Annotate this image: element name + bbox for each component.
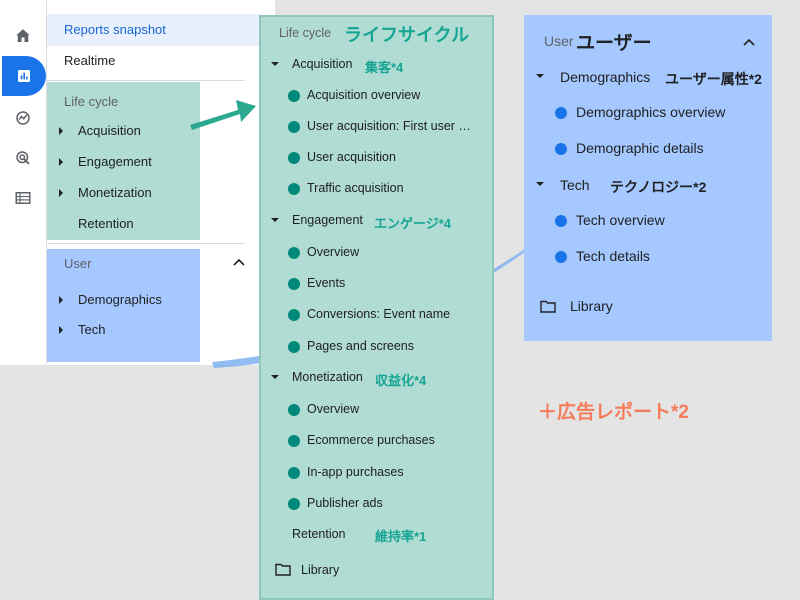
report-user-acquisition-first-user[interactable]: User acquisition: First user …: [307, 119, 471, 133]
section-tech-jp: テクノロジー*2: [610, 179, 707, 195]
report-dot: [288, 309, 300, 321]
user-panel-header: User: [544, 33, 574, 49]
report-dot: [288, 152, 300, 164]
ad-report-note: ＋広告レポート*2: [538, 402, 689, 423]
lifecycle-panel-header-jp: ライフサイクル: [344, 25, 470, 45]
report-engagement-overview[interactable]: Overview: [307, 245, 359, 259]
lifecycle-panel-header: Life cycle: [279, 26, 332, 40]
section-acquisition[interactable]: Acquisition: [292, 57, 352, 71]
report-dot: [288, 90, 300, 102]
library-link[interactable]: Library: [301, 563, 339, 577]
report-traffic-acquisition[interactable]: Traffic acquisition: [307, 181, 404, 195]
report-dot: [288, 121, 300, 133]
report-dot: [555, 143, 567, 155]
report-dot: [288, 467, 300, 479]
section-demographics-jp: ユーザー属性*2: [665, 71, 762, 87]
chevron-down-icon[interactable]: [536, 182, 544, 186]
section-engagement[interactable]: Engagement: [292, 213, 363, 227]
report-dot: [288, 183, 300, 195]
report-dot: [288, 278, 300, 290]
report-dot: [555, 107, 567, 119]
report-dot: [288, 498, 300, 510]
section-acquisition-jp: 集客*4: [365, 60, 404, 75]
report-tech-overview[interactable]: Tech overview: [576, 212, 665, 228]
chevron-down-icon[interactable]: [271, 218, 279, 222]
report-dot: [288, 404, 300, 416]
report-pages-and-screens[interactable]: Pages and screens: [307, 339, 414, 353]
report-dot: [555, 251, 567, 263]
folder-icon: [275, 563, 291, 576]
chevron-down-icon[interactable]: [536, 74, 544, 78]
folder-icon: [540, 300, 556, 313]
report-acquisition-overview[interactable]: Acquisition overview: [307, 88, 420, 102]
report-demographics-overview[interactable]: Demographics overview: [576, 104, 725, 120]
library-link[interactable]: Library: [570, 298, 613, 314]
user-panel: User ユーザー Demographics ユーザー属性*2 Demograp…: [524, 15, 772, 341]
report-demographic-details[interactable]: Demographic details: [576, 140, 704, 156]
report-publisher-ads[interactable]: Publisher ads: [307, 496, 383, 510]
section-demographics[interactable]: Demographics: [560, 69, 650, 85]
chevron-down-icon[interactable]: [271, 62, 279, 66]
section-monetization-jp: 収益化*4: [375, 373, 427, 388]
chevron-up-icon[interactable]: [743, 38, 755, 46]
report-tech-details[interactable]: Tech details: [576, 248, 650, 264]
report-dot: [288, 341, 300, 353]
report-events[interactable]: Events: [307, 276, 345, 290]
section-retention[interactable]: Retention: [292, 527, 346, 541]
report-monetization-overview[interactable]: Overview: [307, 402, 359, 416]
section-engagement-jp: エンゲージ*4: [374, 216, 452, 231]
section-retention-jp: 維持率*1: [375, 529, 427, 544]
user-panel-header-jp: ユーザー: [576, 33, 652, 54]
report-in-app-purchases[interactable]: In-app purchases: [307, 465, 404, 479]
section-monetization[interactable]: Monetization: [292, 370, 363, 384]
teal-arrow: [190, 100, 256, 130]
report-user-acquisition[interactable]: User acquisition: [307, 150, 396, 164]
chevron-down-icon[interactable]: [271, 375, 279, 379]
report-dot: [288, 247, 300, 259]
report-dot: [288, 435, 300, 447]
section-tech[interactable]: Tech: [560, 177, 590, 193]
report-ecommerce-purchases[interactable]: Ecommerce purchases: [307, 433, 435, 447]
report-dot: [555, 215, 567, 227]
report-conversions[interactable]: Conversions: Event name: [307, 307, 450, 321]
lifecycle-panel: Life cycle ライフサイクル Acquisition 集客*4 Acqu…: [259, 15, 494, 600]
